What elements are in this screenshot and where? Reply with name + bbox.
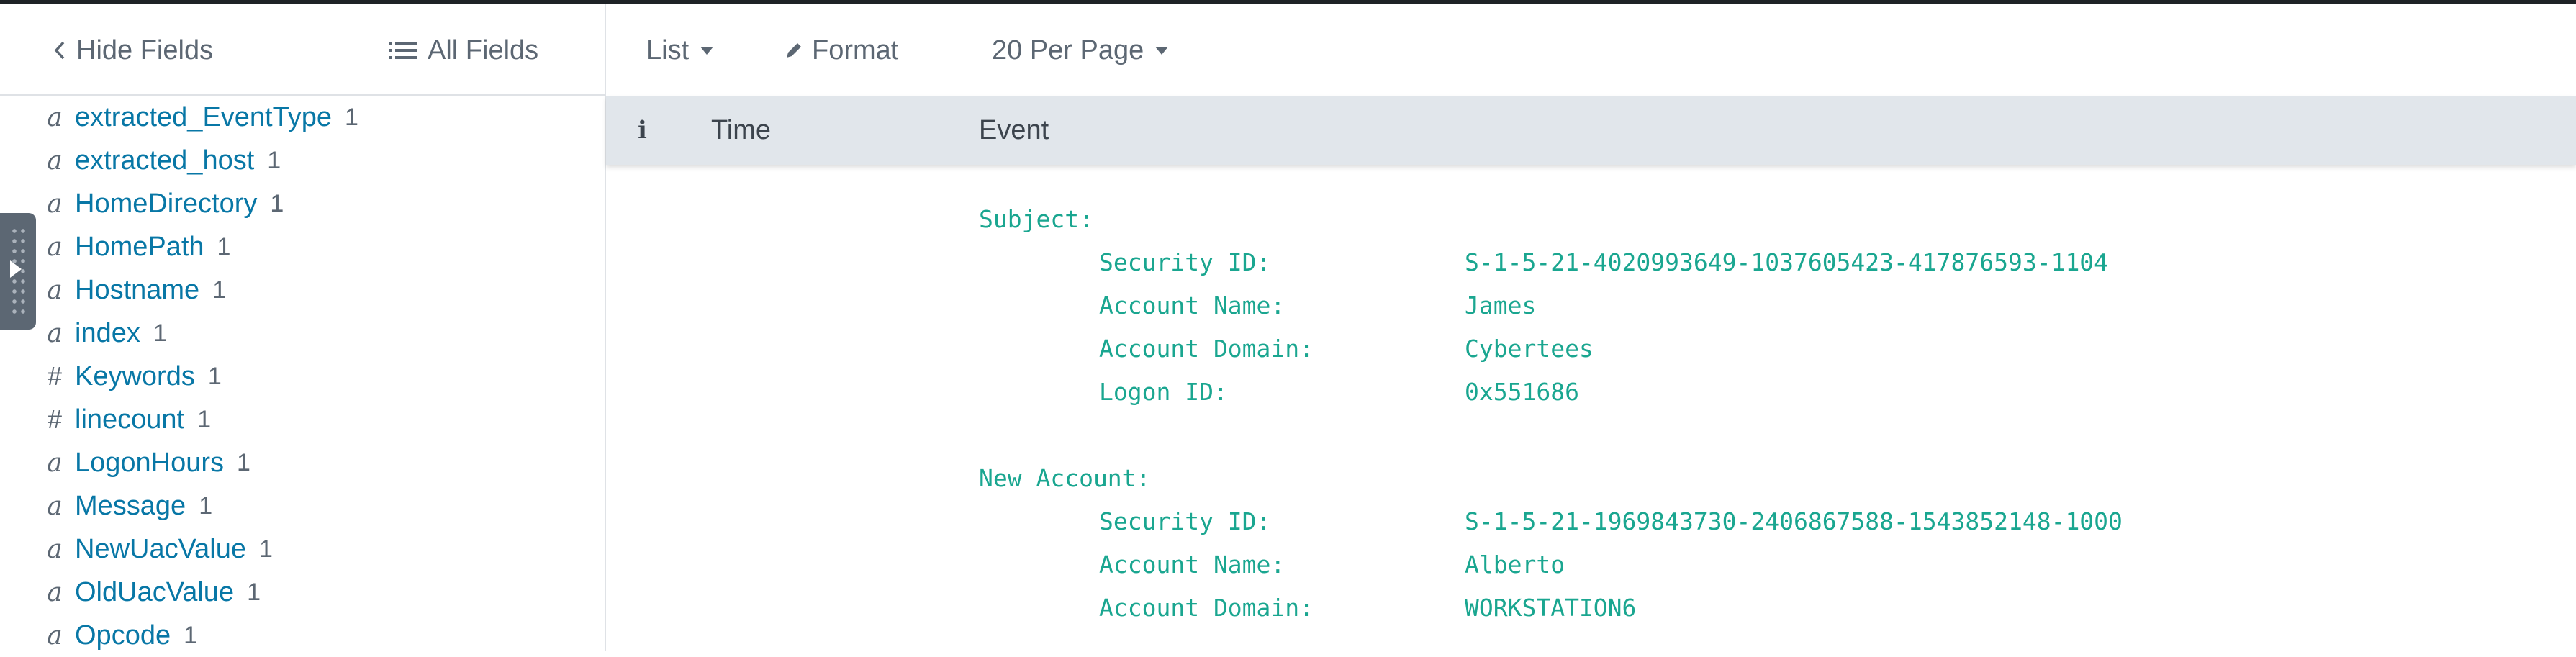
per-page-label: 20 Per Page bbox=[992, 35, 1144, 65]
subject-label: Subject: bbox=[979, 205, 1093, 233]
event-field-key: Security ID: bbox=[1099, 248, 1271, 276]
field-item[interactable]: a Opcode 1 bbox=[0, 614, 605, 657]
field-item[interactable]: a extracted_host 1 bbox=[0, 139, 605, 182]
field-name[interactable]: OldUacValue bbox=[75, 577, 234, 608]
field-item[interactable]: a OldUacValue 1 bbox=[0, 571, 605, 614]
event-column-header[interactable]: Event bbox=[979, 96, 1049, 165]
field-item[interactable]: a index 1 bbox=[0, 312, 605, 355]
field-type-icon: # bbox=[47, 361, 63, 391]
expand-arrow-icon bbox=[10, 260, 22, 278]
field-count: 1 bbox=[217, 232, 231, 260]
event-field-key: Account Domain: bbox=[1099, 335, 1314, 363]
field-type-icon: a bbox=[47, 275, 63, 305]
field-name[interactable]: Message bbox=[75, 491, 186, 522]
field-count: 1 bbox=[267, 146, 281, 174]
field-count: 1 bbox=[247, 578, 261, 606]
field-type-icon: a bbox=[47, 491, 63, 521]
time-column-header[interactable]: Time bbox=[711, 96, 771, 165]
field-item[interactable]: a Message 1 bbox=[0, 484, 605, 527]
event-field-value[interactable]: James bbox=[1465, 284, 1536, 327]
field-type-icon: a bbox=[47, 232, 63, 262]
info-column-header[interactable]: i bbox=[638, 96, 647, 165]
field-item[interactable]: a HomeDirectory 1 bbox=[0, 182, 605, 225]
field-type-icon: a bbox=[47, 189, 63, 219]
field-count: 1 bbox=[153, 319, 167, 347]
field-name[interactable]: linecount bbox=[75, 404, 184, 435]
field-count: 1 bbox=[197, 405, 212, 433]
sidebar-header: Hide Fields All Fields bbox=[0, 4, 605, 96]
fields-sidebar: Hide Fields All Fields a extracted_EventT… bbox=[0, 4, 606, 651]
all-fields-button[interactable]: All Fields bbox=[389, 31, 538, 70]
field-item[interactable]: a Hostname 1 bbox=[0, 268, 605, 312]
field-type-icon: # bbox=[47, 404, 63, 434]
field-name[interactable]: Opcode bbox=[75, 620, 171, 651]
event-header-label: Event bbox=[979, 114, 1049, 145]
field-count: 1 bbox=[184, 621, 198, 649]
event-field-key: Security ID: bbox=[1099, 507, 1271, 535]
pencil-icon bbox=[787, 43, 801, 58]
field-count: 1 bbox=[270, 189, 284, 217]
field-count: 1 bbox=[345, 103, 358, 131]
time-header-label: Time bbox=[711, 114, 772, 145]
field-type-icon: a bbox=[47, 145, 63, 176]
format-label: Format bbox=[812, 35, 899, 65]
results-toolbar: List Format 20 Per Page bbox=[606, 4, 2576, 96]
hide-fields-button[interactable]: Hide Fields bbox=[53, 31, 213, 70]
event-field-value[interactable]: S-1-5-21-1969843730-2406867588-154385214… bbox=[1465, 500, 2123, 543]
field-name[interactable]: HomePath bbox=[75, 232, 204, 263]
format-button[interactable]: Format bbox=[785, 31, 898, 70]
list-icon bbox=[389, 42, 417, 59]
field-item[interactable]: a HomePath 1 bbox=[0, 225, 605, 268]
event-field-value[interactable]: WORKSTATION6 bbox=[1465, 586, 1636, 630]
field-name[interactable]: extracted_EventType bbox=[75, 102, 332, 133]
field-item[interactable]: # Keywords 1 bbox=[0, 355, 605, 398]
list-label: List bbox=[646, 35, 690, 65]
field-type-icon: a bbox=[47, 448, 63, 478]
field-count: 1 bbox=[212, 276, 227, 304]
results-table-header: i Time Event bbox=[606, 96, 2576, 165]
new-account-label: New Account: bbox=[979, 464, 1151, 492]
per-page-dropdown[interactable]: 20 Per Page bbox=[992, 31, 1169, 70]
event-field-key: Logon ID: bbox=[1099, 378, 1228, 406]
field-name[interactable]: LogonHours bbox=[75, 448, 224, 479]
field-name[interactable]: Keywords bbox=[75, 361, 195, 392]
event-field-value[interactable]: Alberto bbox=[1465, 543, 1565, 586]
field-item[interactable]: # linecount 1 bbox=[0, 398, 605, 441]
field-name[interactable]: Hostname bbox=[75, 275, 199, 306]
field-name[interactable]: index bbox=[75, 318, 140, 349]
field-item[interactable]: a LogonHours 1 bbox=[0, 441, 605, 484]
field-name[interactable]: NewUacValue bbox=[75, 534, 246, 565]
results-panel: List Format 20 Per Page i Time Event Sub… bbox=[606, 4, 2576, 651]
event-field-key: Account Name: bbox=[1099, 291, 1285, 320]
hide-fields-label: Hide Fields bbox=[76, 35, 214, 65]
field-type-icon: a bbox=[47, 534, 63, 564]
field-count: 1 bbox=[258, 535, 273, 563]
field-count: 1 bbox=[237, 448, 250, 476]
caret-down-icon bbox=[1155, 46, 1169, 55]
event-field-key: Account Name: bbox=[1099, 550, 1285, 579]
list-view-dropdown[interactable]: List bbox=[646, 31, 714, 70]
field-name[interactable]: extracted_host bbox=[75, 145, 254, 176]
field-name[interactable]: HomeDirectory bbox=[75, 189, 257, 219]
event-field-key: Account Domain: bbox=[1099, 594, 1314, 622]
event-field-value[interactable]: 0x551686 bbox=[1465, 371, 1579, 414]
field-type-icon: a bbox=[47, 620, 63, 651]
event-field-value[interactable]: Cybertees bbox=[1465, 327, 1594, 371]
drag-handle-icon[interactable] bbox=[0, 213, 36, 330]
field-count: 1 bbox=[199, 491, 213, 520]
chevron-left-icon bbox=[54, 41, 65, 60]
all-fields-label: All Fields bbox=[428, 35, 539, 65]
caret-down-icon bbox=[700, 46, 714, 55]
field-type-icon: a bbox=[47, 102, 63, 132]
field-type-icon: a bbox=[47, 318, 63, 348]
field-count: 1 bbox=[207, 362, 222, 390]
event-field-value[interactable]: S-1-5-21-4020993649-1037605423-417876593… bbox=[1465, 241, 2108, 284]
info-icon: i bbox=[638, 116, 647, 145]
field-item[interactable]: a NewUacValue 1 bbox=[0, 527, 605, 571]
field-item[interactable]: a extracted_EventType 1 bbox=[0, 96, 605, 139]
field-list: a extracted_EventType 1 a extracted_host 1 a… bbox=[0, 96, 605, 657]
field-type-icon: a bbox=[47, 577, 63, 607]
